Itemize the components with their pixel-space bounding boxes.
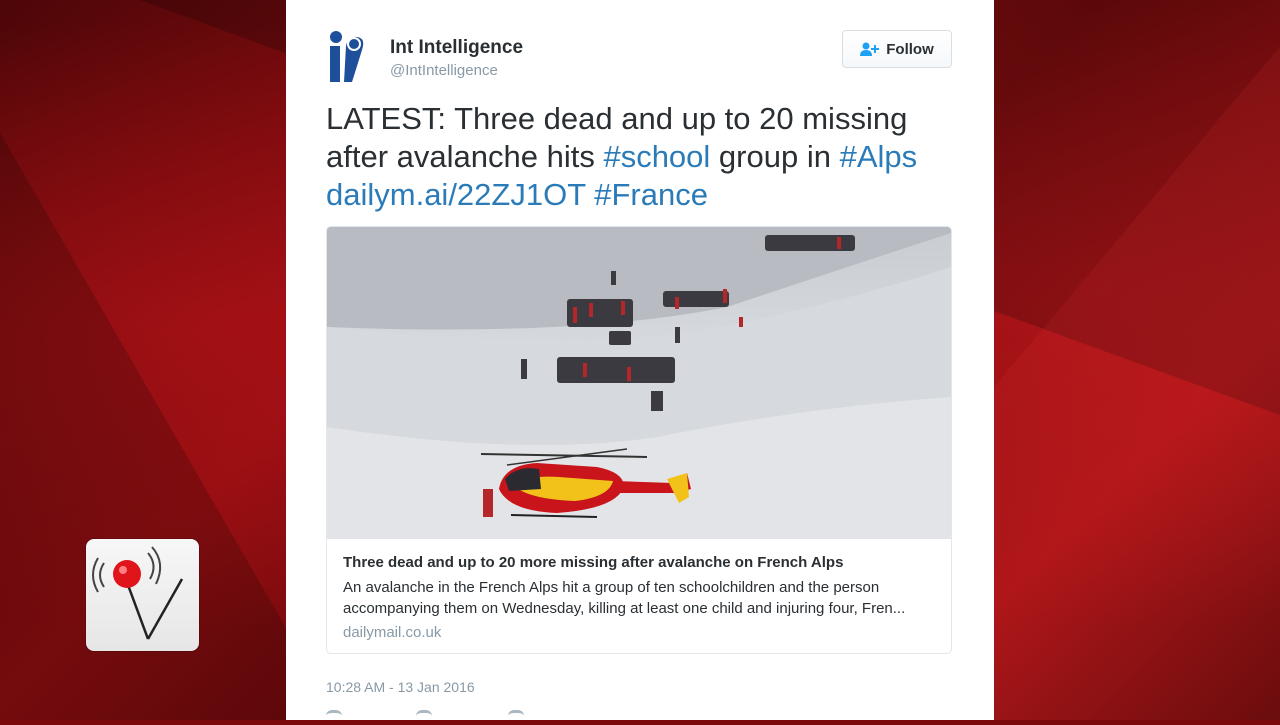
map-pin-logo-icon (92, 546, 184, 640)
tweet-text-part: group in (710, 139, 840, 174)
follow-label: Follow (886, 40, 934, 58)
card-title[interactable]: Three dead and up to 20 more missing aft… (343, 554, 937, 571)
tweet-text: LATEST: Three dead and up to 20 missing … (326, 100, 966, 214)
follow-button[interactable]: Follow (842, 30, 952, 68)
int-intelligence-logo-icon[interactable] (326, 30, 374, 82)
like-icon[interactable] (508, 710, 524, 725)
avalanche-photo[interactable] (327, 227, 951, 539)
card-domain[interactable]: dailymail.co.uk (343, 624, 441, 641)
user-handle[interactable]: @IntIntelligence (390, 62, 498, 79)
tweet-card: Int Intelligence @IntIntelligence Follow… (286, 0, 994, 720)
map-pin-logo-badge (86, 539, 199, 651)
follow-person-plus-icon (860, 42, 880, 56)
tweet-actions (326, 710, 546, 724)
reply-icon[interactable] (326, 710, 342, 725)
hashtag-school[interactable]: #school (603, 139, 710, 174)
hashtag-alps[interactable]: #Alps (840, 139, 918, 174)
link-preview-card[interactable]: Three dead and up to 20 more missing aft… (326, 226, 952, 654)
display-name[interactable]: Int Intelligence (390, 37, 523, 59)
tweet-link[interactable]: dailym.ai/22ZJ1OT (326, 177, 586, 212)
tweet-timestamp[interactable]: 10:28 AM - 13 Jan 2016 (326, 679, 475, 695)
hashtag-france[interactable]: #France (594, 177, 708, 212)
retweet-icon[interactable] (416, 710, 432, 725)
card-description: An avalanche in the French Alps hit a gr… (343, 579, 906, 617)
